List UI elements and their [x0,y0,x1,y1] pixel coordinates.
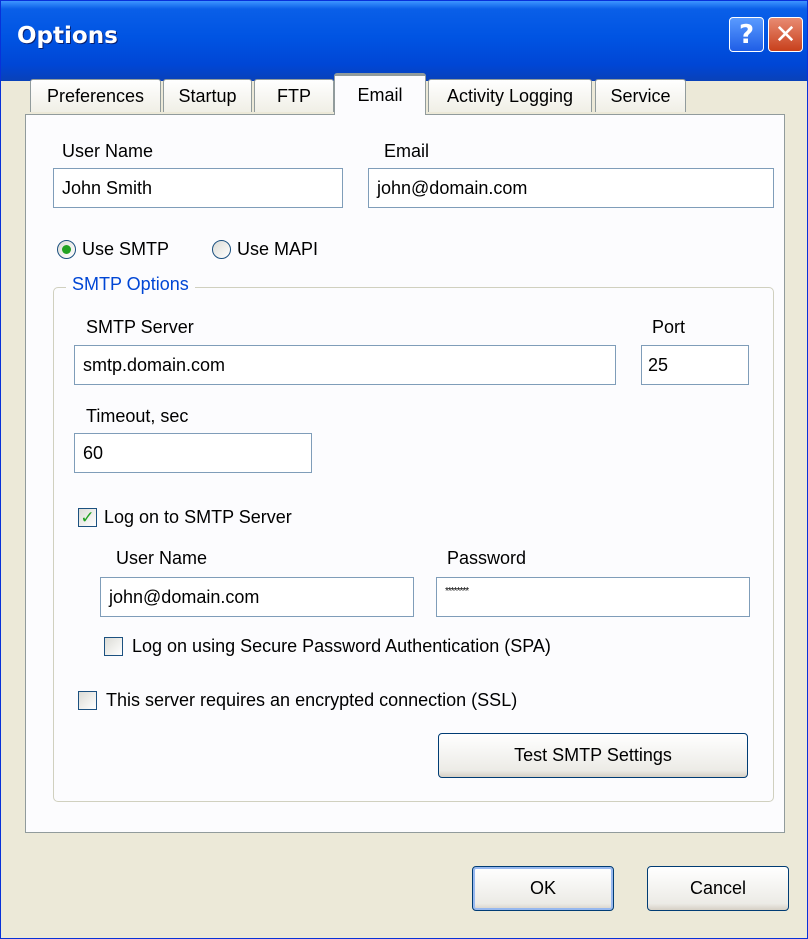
spa-label[interactable]: Log on using Secure Password Authenticat… [132,636,551,657]
ssl-label[interactable]: This server requires an encrypted connec… [106,690,517,711]
timeout-input[interactable]: 60 [74,433,312,473]
logon-smtp-checkbox[interactable]: ✓ [78,508,97,527]
logon-user-name-label: User Name [116,548,208,568]
logon-smtp-label[interactable]: Log on to SMTP Server [104,507,292,528]
tab-email[interactable]: Email [334,73,426,115]
user-name-input[interactable]: John Smith [53,168,343,208]
window-title: Options [17,23,118,49]
use-mapi-label[interactable]: Use MAPI [237,239,318,260]
use-smtp-radio[interactable] [57,240,76,259]
logon-user-name-input[interactable]: john@domain.com [100,577,414,617]
use-smtp-label[interactable]: Use SMTP [82,239,169,260]
tab-service[interactable]: Service [595,79,686,112]
password-label: Password [447,548,527,568]
port-label: Port [652,317,686,337]
close-button[interactable]: ✕ [768,17,803,52]
title-bar[interactable]: Options ? ✕ [1,1,807,81]
email-label: Email [384,141,430,161]
use-mapi-radio[interactable] [212,240,231,259]
tab-startup[interactable]: Startup [163,79,252,112]
tab-preferences[interactable]: Preferences [30,79,161,112]
email-input[interactable]: john@domain.com [368,168,774,208]
user-name-label: User Name [62,141,154,161]
cancel-button[interactable]: Cancel [647,866,789,911]
tab-ftp[interactable]: FTP [254,79,334,112]
help-button[interactable]: ? [729,17,764,52]
tab-activity-logging[interactable]: Activity Logging [428,79,592,112]
password-input[interactable]: ******** [436,577,750,617]
check-icon: ✓ [80,508,95,527]
spa-checkbox[interactable] [104,637,123,656]
ok-button[interactable]: OK [472,866,614,911]
close-icon: ✕ [774,19,797,50]
smtp-server-input[interactable]: smtp.domain.com [74,345,616,385]
smtp-options-legend: SMTP Options [66,274,195,295]
test-smtp-settings-button[interactable]: Test SMTP Settings [438,733,748,778]
timeout-label: Timeout, sec [86,406,189,426]
port-input[interactable]: 25 [641,345,749,385]
question-icon: ? [738,19,755,50]
ssl-checkbox[interactable] [78,691,97,710]
smtp-server-label: SMTP Server [86,317,194,337]
